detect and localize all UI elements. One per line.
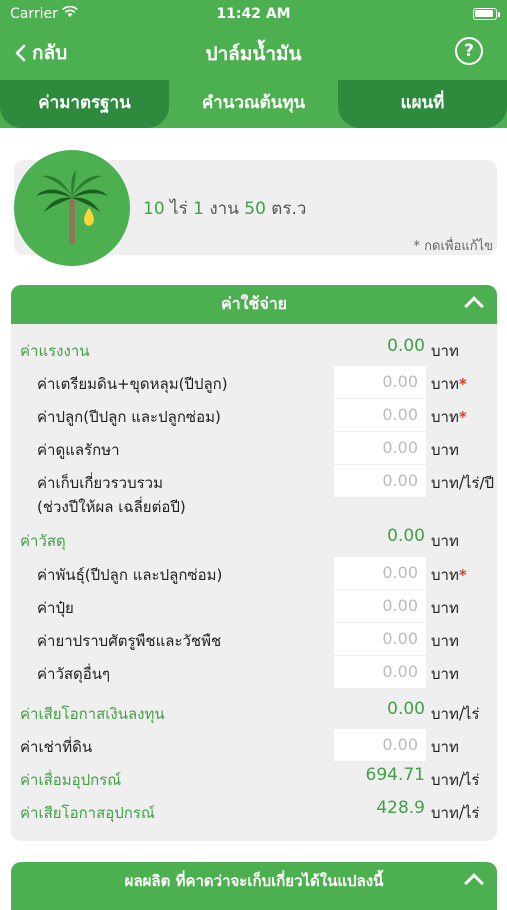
seedling-unit: บาท* (431, 566, 467, 584)
expenses-card: ค่าใช้จ่าย ค่าแรงงาน 0.00 บาท ค่าเตรียมด… (11, 285, 497, 841)
edit-hint: * กดเพื่อแก้ไข (413, 239, 493, 254)
required-marker: * (458, 408, 467, 426)
fertilizer-input[interactable]: 0.00 (334, 590, 426, 622)
other-material-unit: บาท (431, 665, 459, 683)
opportunity-unit: บาท/ไร่ (431, 705, 480, 723)
harvest-label: ค่าเก็บเกี่ยวรวบรวม (37, 474, 163, 492)
other-material-label: ค่าวัสดุอื่นๆ (37, 665, 111, 683)
equipment-opportunity-label: ค่าเสียโอกาสอุปกรณ์ (20, 804, 155, 822)
material-item-row: ค่าวัสดุอื่นๆ 0.00 บาท (11, 656, 497, 688)
labor-item-row: ค่าปลูก(ปีปลูก และปลูกซ่อม) 0.00 บาท* (11, 399, 497, 431)
planting-unit: บาท* (431, 408, 467, 426)
planting-label: ค่าปลูก(ปีปลูก และปลูกซ่อม) (37, 408, 221, 426)
fertilizer-label: ค่าปุ๋ย (37, 599, 74, 617)
labor-unit: บาท (431, 342, 459, 360)
harvest-input[interactable]: 0.00 (334, 465, 426, 497)
maintenance-label: ค่าดูแลรักษา (37, 441, 120, 459)
maintenance-input[interactable]: 0.00 (334, 432, 426, 464)
labor-label: ค่าแรงงาน (20, 342, 90, 360)
tab-standard[interactable]: ค่ามาตรฐาน (0, 80, 169, 128)
status-bar: Carrier 11:42 AM (0, 0, 507, 28)
material-label: ค่าวัสดุ (20, 532, 66, 550)
equipment-opportunity-row: ค่าเสียโอกาสอุปกรณ์ 428.9 บาท/ไร่ (11, 795, 497, 827)
chevron-up-icon (464, 873, 484, 893)
equipment-opportunity-unit: บาท/ไร่ (431, 804, 480, 822)
chevron-up-icon (464, 296, 484, 316)
expenses-header[interactable]: ค่าใช้จ่าย (11, 285, 497, 324)
land-prep-unit: บาท* (431, 375, 467, 393)
depreciation-row: ค่าเสื่อมอุปกรณ์ 694.71 บาท/ไร่ (11, 762, 497, 794)
maintenance-unit: บาท (431, 441, 459, 459)
land-rent-input[interactable]: 0.00 (334, 729, 426, 761)
rai-unit: ไร่ (170, 199, 188, 219)
depreciation-unit: บาท/ไร่ (431, 771, 480, 789)
opportunity-label: ค่าเสียโอกาสเงินลงทุน (20, 705, 165, 723)
pesticide-label: ค่ายาปราบศัตรูพืชและวัชพืช (37, 632, 222, 650)
ngan-unit: งาน (209, 199, 239, 219)
material-item-row: ค่ายาปราบศัตรูพืชและวัชพืช 0.00 บาท (11, 623, 497, 655)
planting-input[interactable]: 0.00 (334, 399, 426, 431)
land-rent-label: ค่าเช่าที่ดิน (20, 738, 93, 756)
tab-bar: ค่ามาตรฐาน คำนวณต้นทุน แผนที่ (0, 80, 507, 128)
labor-total-row: ค่าแรงงาน 0.00 บาท (11, 333, 497, 365)
fertilizer-unit: บาท (431, 599, 459, 617)
clock: 11:42 AM (216, 6, 291, 22)
required-marker: * (458, 375, 467, 393)
opportunity-row: ค่าเสียโอกาสเงินลงทุน 0.00 บาท/ไร่ (11, 696, 497, 728)
tab-map[interactable]: แผนที่ (338, 80, 507, 128)
land-prep-input[interactable]: 0.00 (334, 366, 426, 398)
wa-unit: ตร.ว (271, 199, 307, 219)
equipment-opportunity-value: 428.9 (376, 798, 425, 818)
material-total-row: ค่าวัสดุ 0.00 บาท (11, 523, 497, 555)
ngan-value: 1 (193, 199, 204, 219)
labor-item-row: ค่าดูแลรักษา 0.00 บาท (11, 432, 497, 464)
rai-value: 10 (143, 199, 165, 219)
material-unit: บาท (431, 532, 459, 550)
plot-area-text: 10 ไร่ 1 งาน 50 ตร.ว (143, 195, 306, 222)
land-rent-row: ค่าเช่าที่ดิน 0.00 บาท (11, 729, 497, 761)
yield-header[interactable]: ผลผลิต ที่คาดว่าจะเก็บเกี่ยวได้ในแปลงนี้ (11, 862, 497, 910)
help-button[interactable]: ? (455, 37, 483, 65)
page-title: ปาล์มน้ำมัน (205, 43, 302, 65)
yield-title: ผลผลิต ที่คาดว่าจะเก็บเกี่ยวได้ในแปลงนี้ (124, 872, 384, 890)
seedling-input[interactable]: 0.00 (334, 557, 426, 589)
opportunity-value: 0.00 (387, 699, 425, 719)
harvest-unit: บาท/ไร่/ปี (431, 474, 495, 492)
top-bar: Carrier 11:42 AM กลับ ปาล์มน้ำมัน ? (0, 0, 507, 80)
tab-calculate-cost[interactable]: คำนวณต้นทุน (169, 80, 338, 128)
labor-value: 0.00 (387, 336, 425, 356)
labor-item-row: ค่าเตรียมดิน+ขุดหลุม(ปีปลูก) 0.00 บาท* (11, 366, 497, 398)
material-item-row: ค่าปุ๋ย 0.00 บาท (11, 590, 497, 622)
other-material-input[interactable]: 0.00 (334, 656, 426, 688)
pesticide-unit: บาท (431, 632, 459, 650)
required-marker: * (458, 566, 467, 584)
material-item-row: ค่าพันธุ์(ปีปลูก และปลูกซ่อม) 0.00 บาท* (11, 557, 497, 589)
seedling-label: ค่าพันธุ์(ปีปลูก และปลูกซ่อม) (37, 566, 223, 584)
battery-icon (473, 8, 497, 20)
palm-tree-icon (14, 150, 130, 266)
harvest-sublabel: (ช่วงปีให้ผล เฉลี่ยต่อปี) (37, 498, 186, 516)
land-prep-label: ค่าเตรียมดิน+ขุดหลุม(ปีปลูก) (37, 375, 228, 393)
nav-bar: กลับ ปาล์มน้ำมัน ? (0, 30, 507, 74)
expenses-title: ค่าใช้จ่าย (220, 294, 288, 313)
land-rent-unit: บาท (431, 738, 459, 756)
depreciation-value: 694.71 (365, 765, 425, 785)
depreciation-label: ค่าเสื่อมอุปกรณ์ (20, 771, 122, 789)
wa-value: 50 (244, 199, 266, 219)
material-value: 0.00 (387, 526, 425, 546)
labor-item-row: ค่าเก็บเกี่ยวรวบรวม (ช่วงปีให้ผล เฉลี่ยต… (11, 465, 497, 517)
pesticide-input[interactable]: 0.00 (334, 623, 426, 655)
battery-nub (498, 12, 500, 17)
